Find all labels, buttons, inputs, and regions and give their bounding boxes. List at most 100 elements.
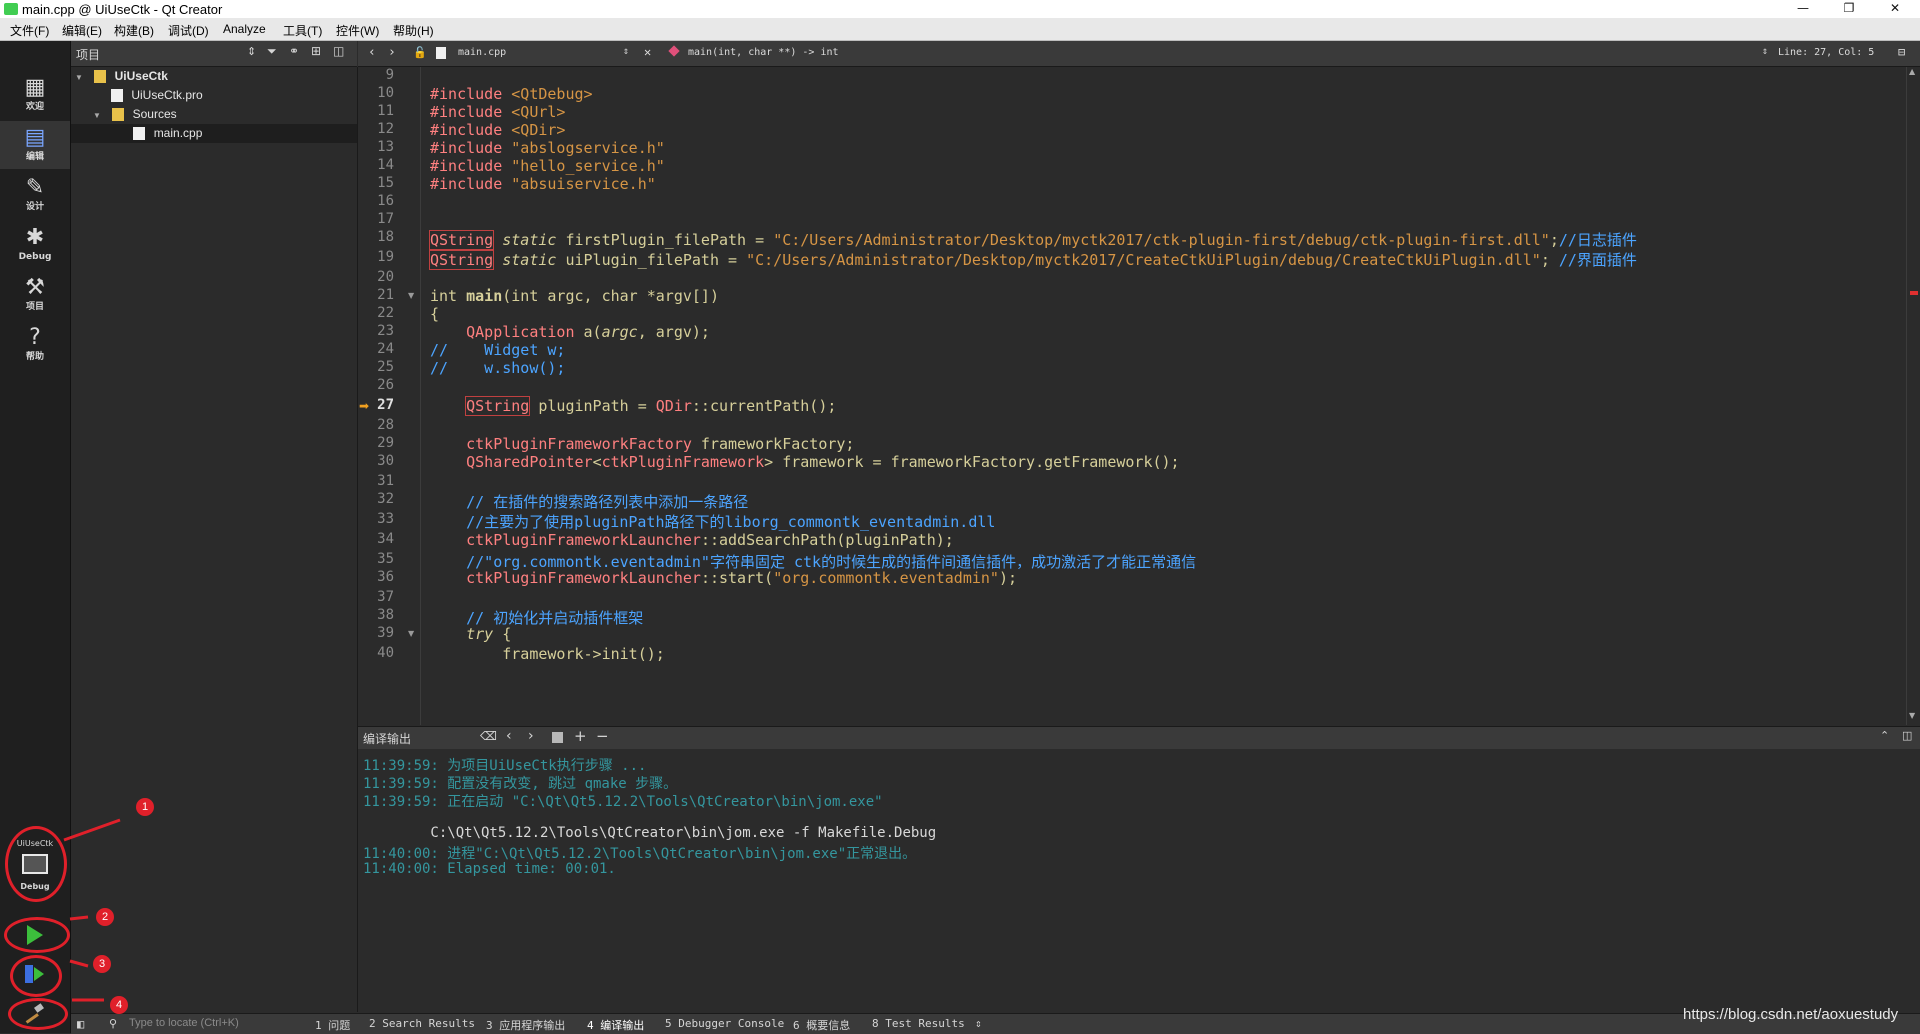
code-token: "hello_service.h"	[511, 157, 665, 175]
menu-debug[interactable]: 调试(D)	[168, 22, 209, 39]
code-line[interactable]: #include <QDir>	[430, 121, 565, 139]
tree-item-project[interactable]: ▼ UiUseCtk	[75, 67, 168, 86]
combo-arrows-icon[interactable]: ⇕	[623, 46, 629, 57]
back-arrow-icon[interactable]: ‹	[368, 45, 376, 60]
code-line[interactable]: ctkPluginFrameworkLauncher::start("org.c…	[430, 569, 1017, 587]
code-token: pluginPath =	[529, 397, 656, 415]
menu-help[interactable]: 帮助(H)	[393, 22, 434, 39]
tab-debugger-console[interactable]: 5 Debugger Console	[665, 1017, 784, 1030]
code-token: );	[998, 569, 1018, 587]
function-symbol-icon	[668, 45, 680, 57]
code-line[interactable]: #include "abslogservice.h"	[430, 139, 665, 157]
code-line[interactable]: // Widget w;	[430, 341, 565, 359]
fold-arrow-icon[interactable]: ▼	[408, 291, 414, 300]
code-token: try	[466, 625, 494, 643]
restore-button[interactable]: ❐	[1826, 0, 1872, 18]
tab-search-results[interactable]: 2 Search Results	[369, 1017, 475, 1030]
code-line[interactable]: QApplication a(argc, argv);	[430, 323, 710, 341]
fold-arrow-icon[interactable]: ▼	[408, 629, 414, 638]
tab-compile-output[interactable]: 4 编译输出	[587, 1017, 644, 1033]
code-line[interactable]: try {	[430, 625, 511, 643]
code-line[interactable]: // w.show();	[430, 359, 565, 377]
code-line[interactable]: #include <QtDebug>	[430, 85, 593, 103]
project-view-selector[interactable]: 项目	[76, 46, 100, 63]
split-editor-icon[interactable]: ⊟	[1898, 45, 1905, 59]
expand-arrow-icon[interactable]: ▼	[75, 73, 83, 82]
menu-build[interactable]: 构建(B)	[114, 22, 154, 39]
code-token: ctkPluginFrameworkLauncher	[466, 531, 701, 549]
scroll-down-icon[interactable]: ▼	[1909, 711, 1915, 720]
code-line[interactable]: QString static firstPlugin_filePath = "C…	[428, 229, 1637, 250]
zoom-out-icon[interactable]: −	[596, 727, 609, 745]
expand-arrow-icon[interactable]: ▼	[93, 111, 101, 120]
mode-design[interactable]: ✎ 设计	[0, 171, 70, 219]
close-document-icon[interactable]: ✕	[644, 45, 651, 59]
menu-file[interactable]: 文件(F)	[10, 22, 49, 39]
locator-input[interactable]: Type to locate (Ctrl+K)	[129, 1017, 239, 1029]
code-line[interactable]: //主要为了使用pluginPath路径下的liborg_commontk_ev…	[430, 511, 995, 532]
code-line[interactable]: QString pluginPath = QDir::currentPath()…	[430, 396, 836, 416]
code-token: "C:/Users/Administrator/Desktop/myctk201…	[773, 231, 1550, 249]
forward-arrow-icon[interactable]: ›	[388, 45, 396, 60]
tree-item-pro-file[interactable]: UiUseCtk.pro	[111, 86, 203, 105]
code-line[interactable]: {	[430, 305, 439, 323]
mode-projects[interactable]: ⚒ 项目	[0, 271, 70, 319]
tree-item-main-cpp[interactable]: main.cpp	[71, 124, 357, 143]
close-pane-icon[interactable]: ◫	[333, 44, 344, 58]
line-number: 35	[377, 551, 394, 567]
mode-edit[interactable]: ▤ 编辑	[0, 121, 70, 169]
close-button[interactable]: ✕	[1872, 0, 1918, 18]
stop-icon[interactable]	[552, 732, 563, 743]
symbol-selector[interactable]: main(int, char **) -> int	[688, 47, 839, 58]
code-line[interactable]: #include "absuiservice.h"	[430, 175, 656, 193]
current-execution-arrow-icon: ➡	[359, 399, 370, 413]
tab-application-output[interactable]: 3 应用程序输出	[486, 1017, 565, 1033]
menu-widgets[interactable]: 控件(W)	[336, 22, 379, 39]
line-number: 15	[377, 175, 394, 191]
code-line[interactable]: QSharedPointer<ctkPluginFramework> frame…	[430, 453, 1179, 471]
code-editor[interactable]: #include <QtDebug> #include <QUrl> #includ…	[421, 67, 1901, 725]
combo-arrows-icon[interactable]: ⇕	[1762, 46, 1768, 57]
minimize-button[interactable]: —	[1780, 0, 1826, 18]
link-icon[interactable]: ⚭	[289, 44, 299, 58]
output-line: 11:39:59: 正在启动 "C:\Qt\Qt5.12.2\Tools\QtC…	[363, 794, 883, 810]
code-line[interactable]: // 在插件的搜索路径列表中添加一条路径	[430, 491, 748, 512]
menu-tools[interactable]: 工具(T)	[283, 22, 322, 39]
zoom-in-icon[interactable]: +	[574, 727, 587, 745]
code-line[interactable]: int main(int argc, char *argv[])	[430, 287, 719, 305]
tab-issues[interactable]: 1 问题	[315, 1017, 350, 1033]
code-line[interactable]: #include <QUrl>	[430, 103, 565, 121]
tab-general-messages[interactable]: 6 概要信息	[793, 1017, 850, 1033]
mode-debug[interactable]: ✱ Debug	[0, 221, 70, 269]
code-line[interactable]: framework->init();	[430, 645, 665, 663]
menu-edit[interactable]: 编辑(E)	[62, 22, 102, 39]
line-number: 14	[377, 157, 394, 173]
clear-output-icon[interactable]: ⌫	[480, 729, 497, 743]
cursor-position[interactable]: Line: 27, Col: 5	[1778, 47, 1874, 58]
open-document-selector[interactable]: main.cpp	[458, 47, 506, 58]
code-line[interactable]: QString static uiPlugin_filePath = "C:/U…	[428, 249, 1637, 270]
close-output-pane-icon[interactable]: ◫	[1902, 729, 1912, 742]
code-token: //界面插件	[1558, 251, 1637, 269]
menu-analyze[interactable]: Analyze	[223, 22, 266, 36]
scroll-up-icon[interactable]: ▲	[1909, 67, 1915, 76]
output-line: 11:40:00: Elapsed time: 00:01.	[363, 861, 616, 877]
split-icon[interactable]: ⊞	[311, 44, 321, 58]
filter-icon[interactable]: ⏷	[267, 44, 277, 59]
code-line[interactable]: ctkPluginFrameworkFactory frameworkFacto…	[430, 435, 854, 453]
tree-item-sources[interactable]: ▼ Sources	[93, 105, 177, 124]
maximize-pane-icon[interactable]: ⌃	[1880, 729, 1889, 742]
combo-arrows-icon[interactable]: ⇕	[975, 1017, 982, 1030]
code-line[interactable]: #include "hello_service.h"	[430, 157, 665, 175]
mode-welcome[interactable]: ▦ 欢迎	[0, 71, 70, 119]
previous-item-icon[interactable]: ‹	[506, 728, 512, 744]
code-line[interactable]: ctkPluginFrameworkLauncher::addSearchPat…	[430, 531, 954, 549]
output-line: 11:39:59: 为项目UiUseCtk执行步骤 ...	[363, 758, 647, 774]
next-item-icon[interactable]: ›	[528, 728, 534, 744]
combo-arrows-icon[interactable]: ⇕	[247, 45, 256, 58]
tab-test-results[interactable]: 8 Test Results	[872, 1017, 965, 1030]
code-token: {	[430, 305, 440, 323]
mode-help[interactable]: ? 帮助	[0, 321, 70, 369]
output-pane-header: 编译输出 ⌫ ‹ › + − ⌃ ◫	[358, 726, 1920, 750]
editor-scrollbar[interactable]: ▲ ▼	[1906, 67, 1920, 725]
